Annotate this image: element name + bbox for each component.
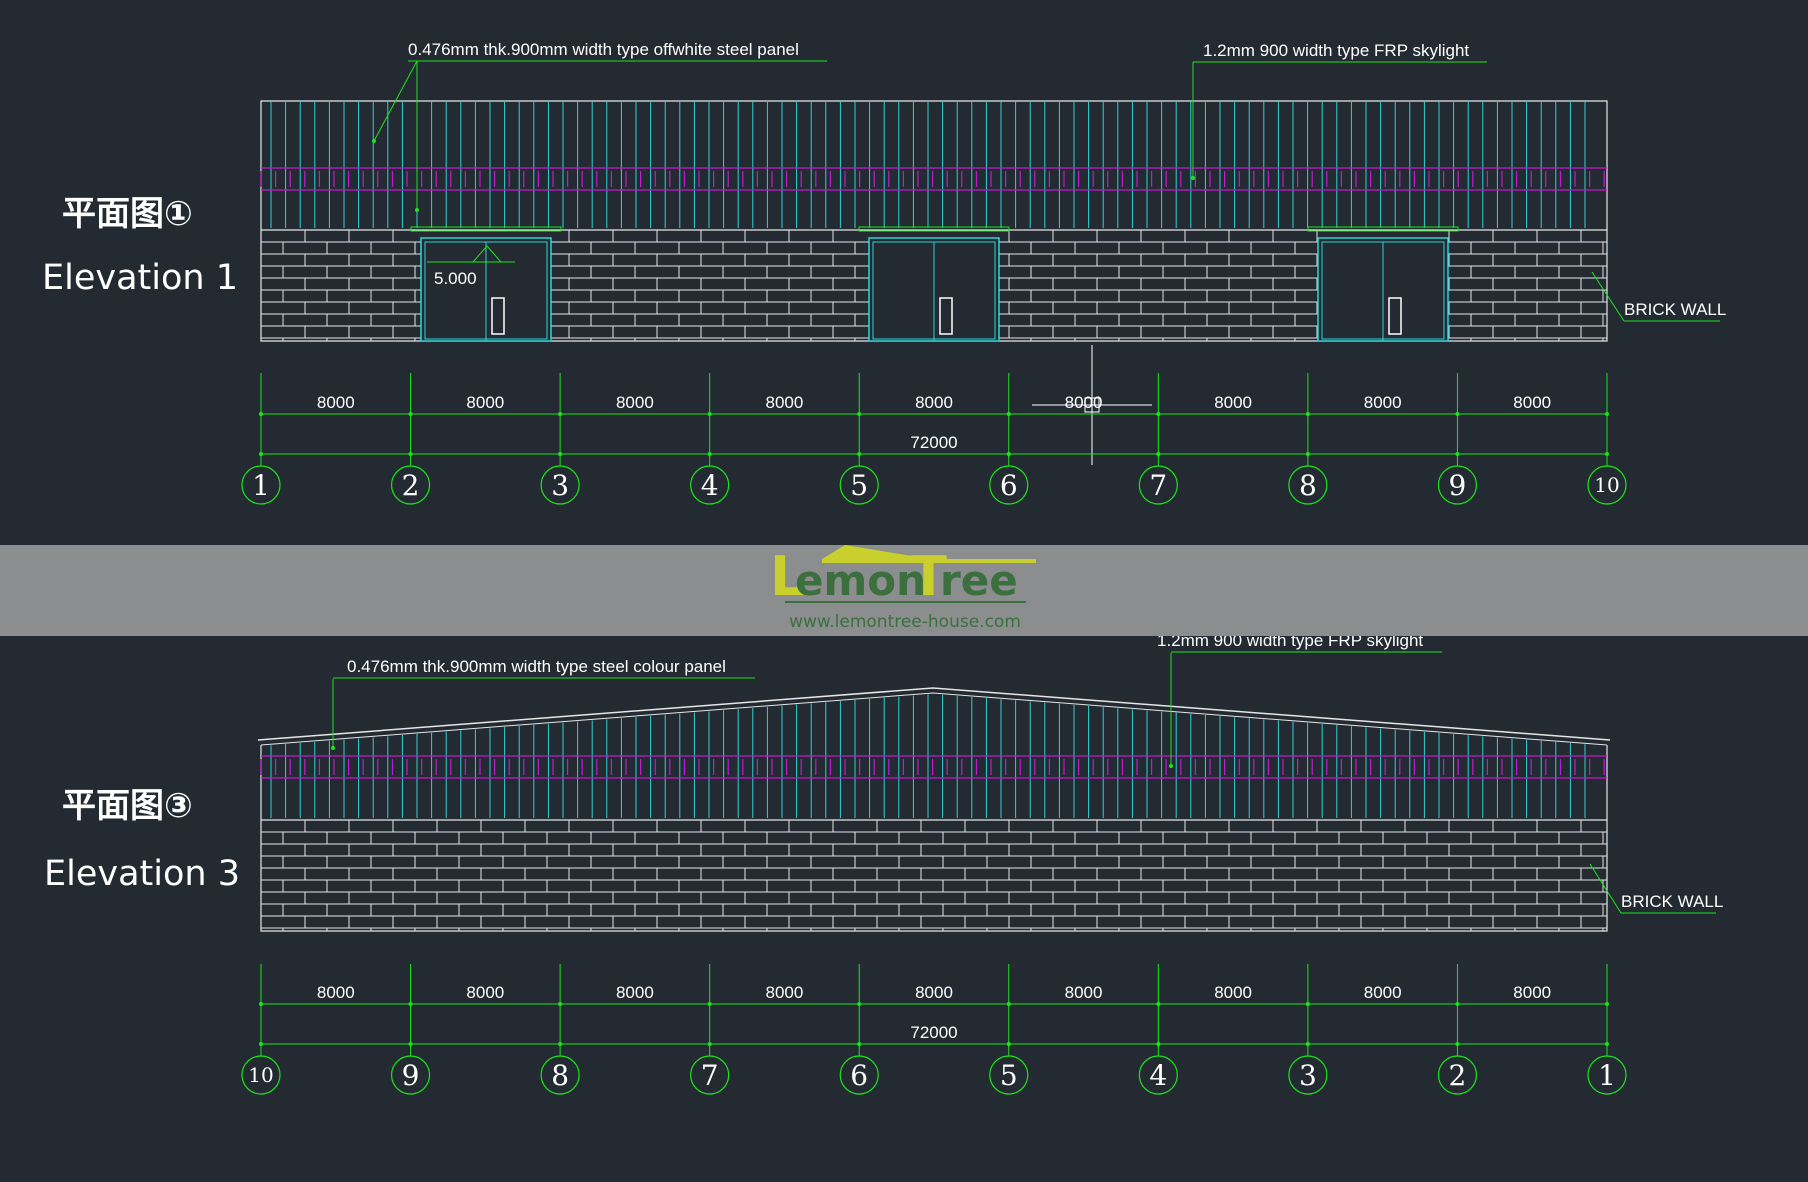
elevation-1-skylight-label: 1.2mm 900 width type FRP skylight — [1203, 41, 1469, 60]
elevation-1-wall-label: BRICK WALL — [1624, 300, 1726, 319]
elevation-1-leader-dot — [372, 139, 376, 143]
elevation-1-leader-dot — [415, 208, 419, 212]
elevation-3-bay-dimension: 8000 — [616, 983, 654, 1002]
elevation-1-dim-tick — [1156, 412, 1161, 416]
elevation-3-axis-label: 3 — [1299, 1059, 1317, 1092]
elevation-1-door-height: 5.000 — [434, 269, 477, 288]
brand-logo: L emon T ree www.lemontree-house.com — [770, 545, 1036, 632]
elevation-3-axis-label: 10 — [248, 1063, 273, 1087]
elevation-1-axis-label: 3 — [551, 469, 569, 502]
elevation-1-bay-dimension: 8000 — [1214, 393, 1252, 412]
elevation-1-axis-label: 7 — [1149, 469, 1167, 502]
elevation-3-bay-dimension: 8000 — [1214, 983, 1252, 1002]
elevation-3-title-cn: 平面图③ — [62, 786, 193, 826]
elevation-1-leader-dot — [1191, 176, 1195, 180]
elevation-1-axis-label: 4 — [701, 469, 719, 502]
elevation-3-axis-label: 5 — [1000, 1059, 1018, 1092]
elevation-1-axis-label: 2 — [402, 469, 420, 502]
elevation-3-brick-wall — [260, 819, 1608, 931]
elevation-1-axis-label: 5 — [850, 469, 868, 502]
elevation-3-bay-dimension: 8000 — [915, 983, 953, 1002]
elevation-1-panel-label: 0.476mm thk.900mm width type offwhite st… — [408, 40, 799, 59]
elevation-1-bay-dimension: 8000 — [915, 393, 953, 412]
elevation-1-bay-dimension: 8000 — [616, 393, 654, 412]
brand-word-ree: ree — [940, 556, 1018, 605]
brand-website: www.lemontree-house.com — [789, 612, 1021, 632]
elevation-1-view: 5.000 0.476mm thk.900mm width type offwhi… — [0, 0, 1808, 545]
elevation-1-dim-tick — [857, 412, 862, 416]
elevation-1-axis-label: 9 — [1449, 469, 1467, 502]
elevation-3-axis-label: 7 — [701, 1059, 719, 1092]
elevation-3-skylight — [260, 755, 1607, 779]
elevation-3-bay-dimension: 8000 — [1065, 983, 1103, 1002]
elevation-3-dim-tick — [259, 1002, 263, 1006]
elevation-1-title-en: Elevation 1 — [42, 258, 238, 298]
elevation-1-skylight-label-leader — [1192, 61, 1487, 178]
elevation-3-total-dimension: 72000 — [910, 1023, 957, 1042]
elevation-1-drawing: 5.000 0.476mm thk.900mm width type offwhi… — [241, 40, 1726, 505]
elevation-1-bay-dimension: 8000 — [1364, 393, 1402, 412]
elevation-3-bay-dimension: 8000 — [466, 983, 504, 1002]
elevation-1-bay-dimension: 8000 — [317, 393, 355, 412]
elevation-1-axis-label: 10 — [1594, 473, 1619, 497]
elevation-3-view: 0.476mm thk.900mm width type steel colou… — [0, 636, 1808, 1182]
elevation-3-axis-label: 6 — [850, 1059, 868, 1092]
elevation-3-roof-inner — [260, 692, 1608, 746]
elevation-1-dim-tick — [1455, 412, 1460, 416]
brand-banner: L emon T ree www.lemontree-house.com — [0, 545, 1808, 636]
elevation-3-dim-tick — [1455, 1002, 1460, 1006]
elevation-1-dim-tick — [259, 412, 263, 416]
elevation-1-dim-tick — [707, 412, 712, 416]
elevation-3-wall-label: BRICK WALL — [1621, 892, 1723, 911]
elevation-1-total-dimension: 72000 — [910, 433, 957, 452]
elevation-3-title-en: Elevation 3 — [44, 854, 240, 894]
elevation-1-bay-dimension: 8000 — [766, 393, 804, 412]
elevation-1-axis-label: 6 — [1000, 469, 1018, 502]
elevation-1-dim-tick — [1605, 412, 1609, 416]
elevation-3-dim-tick — [707, 1002, 712, 1006]
elevation-1-skylight — [260, 167, 1607, 191]
elevation-3-panel-label-leader — [332, 677, 755, 748]
elevation-3-axis-label: 4 — [1149, 1059, 1167, 1092]
elevation-3-dim-tick — [857, 1002, 862, 1006]
elevation-3-bay-dimension: 8000 — [317, 983, 355, 1002]
brand-word-emon: emon — [795, 556, 926, 605]
elevation-3-axis-label: 2 — [1449, 1059, 1467, 1092]
elevation-3-axis-label: 9 — [402, 1059, 420, 1092]
elevation-1-bay-dimension: 8000 — [1065, 393, 1103, 412]
elevation-3-bay-dimension: 8000 — [1364, 983, 1402, 1002]
elevation-1-dim-tick — [1305, 412, 1310, 416]
elevation-1-bay-dimension: 8000 — [466, 393, 504, 412]
elevation-3-bay-dimension: 8000 — [766, 983, 804, 1002]
elevation-3-drawing: 0.476mm thk.900mm width type steel colou… — [241, 636, 1723, 1095]
elevation-1-dim-tick — [408, 412, 413, 416]
elevation-1-dim-tick — [1006, 412, 1011, 416]
elevation-1-axis-label: 1 — [252, 469, 270, 502]
elevation-3-axis-label: 8 — [551, 1059, 569, 1092]
elevation-3-leader-dot — [1169, 764, 1173, 768]
elevation-1-steel-panels — [270, 101, 1586, 228]
elevation-3-panel-label: 0.476mm thk.900mm width type steel colou… — [347, 657, 726, 676]
elevation-3-dim-tick — [558, 1002, 563, 1006]
elevation-3-dim-tick — [408, 1002, 413, 1006]
elevation-3-axis-label: 1 — [1598, 1059, 1616, 1092]
elevation-1-axis-label: 8 — [1299, 469, 1317, 502]
elevation-1-dim-tick — [558, 412, 563, 416]
elevation-3-skylight-label: 1.2mm 900 width type FRP skylight — [1157, 636, 1423, 650]
elevation-3-dim-tick — [1305, 1002, 1310, 1006]
elevation-3-dim-tick — [1156, 1002, 1161, 1006]
elevation-3-bay-dimension: 8000 — [1513, 983, 1551, 1002]
elevation-3-leader-dot — [331, 746, 335, 750]
elevation-3-dim-tick — [1006, 1002, 1011, 1006]
elevation-3-dim-tick — [1605, 1002, 1609, 1006]
elevation-1-title-cn: 平面图① — [62, 194, 193, 234]
elevation-1-bay-dimension: 8000 — [1513, 393, 1551, 412]
